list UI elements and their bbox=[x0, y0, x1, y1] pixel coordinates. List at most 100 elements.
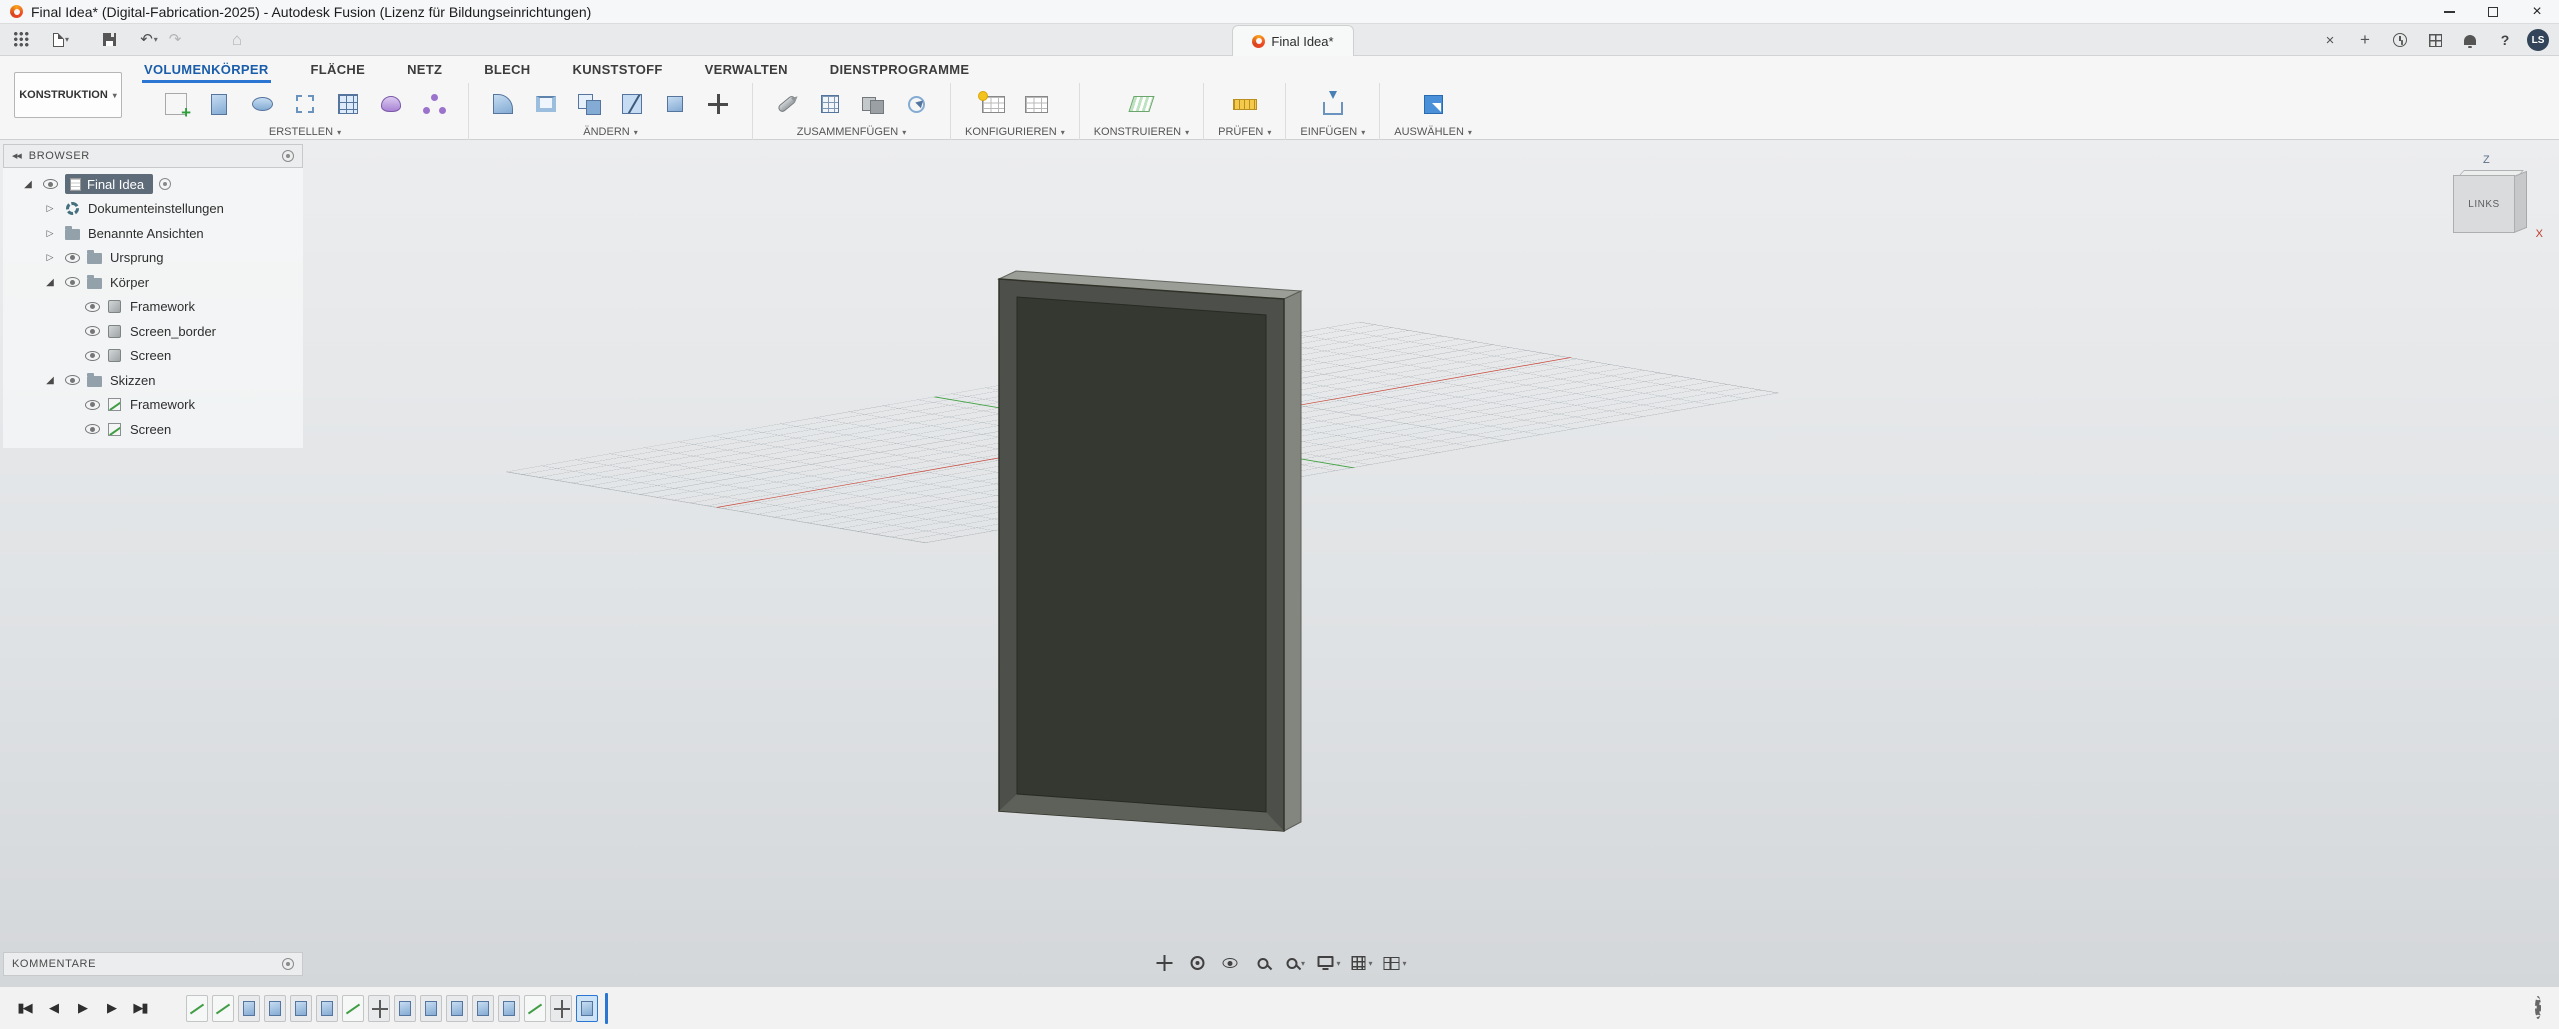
timeline-feature-sketch[interactable] bbox=[212, 995, 234, 1022]
step-forward-button[interactable]: ▶ bbox=[99, 996, 123, 1020]
group-label-konstruieren[interactable]: KONSTRUIEREN▾ bbox=[1094, 126, 1189, 138]
group-label-auswaehlen[interactable]: AUSWÄHLEN▾ bbox=[1394, 126, 1472, 138]
timeline-feature-extrude[interactable] bbox=[472, 995, 494, 1022]
tree-row-bodies-folder[interactable]: ◢ Körper bbox=[3, 270, 303, 295]
sweep-button[interactable] bbox=[285, 84, 325, 124]
expand-icon[interactable]: ◢ bbox=[46, 277, 54, 288]
timeline-feature-extrude[interactable] bbox=[264, 995, 286, 1022]
go-to-start-button[interactable]: ▮◀ bbox=[12, 996, 36, 1020]
visibility-eye-icon[interactable] bbox=[85, 400, 100, 410]
timeline-feature-move[interactable] bbox=[368, 995, 390, 1022]
visibility-eye-icon[interactable] bbox=[85, 351, 100, 361]
zoom-button[interactable]: ▾ bbox=[1283, 950, 1309, 976]
visibility-eye-icon[interactable] bbox=[65, 375, 80, 385]
tab-flaeche[interactable]: FLÄCHE bbox=[309, 56, 368, 83]
extrude-button[interactable] bbox=[199, 84, 239, 124]
timeline-settings-button[interactable] bbox=[2535, 999, 2541, 1017]
construction-plane-button[interactable] bbox=[1121, 84, 1161, 124]
workspace-selector-button[interactable]: KONSTRUKTION ▾ bbox=[14, 72, 122, 118]
tab-netz[interactable]: NETZ bbox=[405, 56, 444, 83]
create-sketch-button[interactable] bbox=[156, 84, 196, 124]
group-label-aendern[interactable]: ÄNDERN▾ bbox=[583, 126, 637, 138]
joint-button[interactable] bbox=[767, 84, 807, 124]
timeline-feature-extrude[interactable] bbox=[394, 995, 416, 1022]
play-button[interactable]: ▶ bbox=[70, 996, 94, 1020]
collapse-panel-icon[interactable]: ◀◀ bbox=[12, 152, 21, 160]
drive-joints-button[interactable] bbox=[896, 84, 936, 124]
undo-button[interactable]: ↶▾ bbox=[136, 27, 162, 53]
insert-button[interactable] bbox=[1313, 84, 1353, 124]
timeline-feature-sketch[interactable] bbox=[524, 995, 546, 1022]
expand-icon[interactable]: ▷ bbox=[47, 203, 54, 214]
tree-row-sketches-folder[interactable]: ◢ Skizzen bbox=[3, 368, 303, 393]
tree-row-document-settings[interactable]: ▷ Dokumenteinstellungen bbox=[3, 197, 303, 222]
comments-header[interactable]: KOMMENTARE bbox=[3, 952, 303, 976]
timeline-feature-sketch[interactable] bbox=[342, 995, 364, 1022]
help-button[interactable]: ? bbox=[2492, 27, 2518, 53]
fillet-button[interactable] bbox=[483, 84, 523, 124]
maximize-button[interactable] bbox=[2471, 0, 2515, 23]
tab-verwalten[interactable]: VERWALTEN bbox=[703, 56, 790, 83]
visibility-eye-icon[interactable] bbox=[85, 424, 100, 434]
new-document-button[interactable]: + bbox=[2352, 27, 2378, 53]
configure-button[interactable] bbox=[973, 84, 1013, 124]
browser-header[interactable]: ◀◀ BROWSER bbox=[3, 144, 303, 168]
form-button[interactable] bbox=[414, 84, 454, 124]
tree-row-body-screen[interactable]: Screen bbox=[3, 344, 303, 369]
job-status-button[interactable] bbox=[2387, 27, 2413, 53]
viewcube-side-face[interactable] bbox=[2514, 171, 2527, 233]
orbit-button[interactable] bbox=[1184, 950, 1210, 976]
tab-volumenkoerper[interactable]: VOLUMENKÖRPER bbox=[142, 56, 271, 83]
app-grid-button[interactable] bbox=[8, 27, 34, 53]
panel-options-icon[interactable] bbox=[282, 958, 294, 970]
timeline-feature-extrude[interactable] bbox=[290, 995, 312, 1022]
display-settings-button[interactable]: ▾ bbox=[1316, 950, 1342, 976]
minimize-button[interactable] bbox=[2427, 0, 2471, 23]
timeline-feature-extrude[interactable] bbox=[316, 995, 338, 1022]
close-document-button[interactable]: × bbox=[2317, 27, 2343, 53]
timeline-position-marker[interactable] bbox=[605, 993, 608, 1024]
notifications-button[interactable] bbox=[2457, 27, 2483, 53]
zoom-window-button[interactable] bbox=[1250, 950, 1276, 976]
tree-row-origin[interactable]: ▷ Ursprung bbox=[3, 246, 303, 271]
tab-kunststoff[interactable]: KUNSTSTOFF bbox=[571, 56, 665, 83]
grid-settings-button[interactable]: ▾ bbox=[1349, 950, 1375, 976]
split-body-button[interactable] bbox=[612, 84, 652, 124]
revolve-button[interactable] bbox=[242, 84, 282, 124]
group-label-konfigurieren[interactable]: KONFIGURIEREN▾ bbox=[965, 126, 1065, 138]
tree-row-body-framework[interactable]: Framework bbox=[3, 295, 303, 320]
panel-options-icon[interactable] bbox=[282, 150, 294, 162]
group-label-einfuegen[interactable]: EINFÜGEN▾ bbox=[1300, 126, 1365, 138]
view-cube[interactable]: Z LINKS X bbox=[2433, 154, 2545, 254]
tree-row-sketch-screen[interactable]: Screen bbox=[3, 417, 303, 442]
redo-button[interactable]: ↷ bbox=[162, 27, 188, 53]
shell-button[interactable] bbox=[526, 84, 566, 124]
pan-button[interactable] bbox=[1151, 950, 1177, 976]
as-built-joint-button[interactable] bbox=[810, 84, 850, 124]
visibility-eye-icon[interactable] bbox=[65, 277, 80, 287]
save-button[interactable] bbox=[96, 27, 122, 53]
visibility-eye-icon[interactable] bbox=[85, 302, 100, 312]
expand-icon[interactable]: ▷ bbox=[47, 228, 54, 239]
expand-icon[interactable]: ▷ bbox=[47, 252, 54, 263]
group-label-pruefen[interactable]: PRÜFEN▾ bbox=[1218, 126, 1271, 138]
viewport-3d-canvas[interactable]: Z LINKS X ◀◀ BROWSER ◢ Final Idea ▷ bbox=[0, 140, 2559, 986]
viewcube-front-face[interactable]: LINKS bbox=[2453, 175, 2515, 233]
expand-icon[interactable]: ◢ bbox=[24, 179, 32, 190]
timeline-feature-sketch[interactable] bbox=[186, 995, 208, 1022]
home-view-button[interactable]: ⌂ bbox=[224, 27, 250, 53]
tree-row-sketch-framework[interactable]: Framework bbox=[3, 393, 303, 418]
file-menu-button[interactable]: ▾ bbox=[48, 27, 74, 53]
timeline-feature-move[interactable] bbox=[550, 995, 572, 1022]
timeline-feature-extrude[interactable] bbox=[576, 995, 598, 1022]
pattern-button[interactable] bbox=[328, 84, 368, 124]
visibility-eye-icon[interactable] bbox=[65, 253, 80, 263]
model-panel-body[interactable] bbox=[0, 140, 2559, 986]
primitive-button[interactable] bbox=[371, 84, 411, 124]
select-button[interactable] bbox=[1413, 84, 1453, 124]
ground-toggle-icon[interactable] bbox=[159, 178, 171, 190]
tab-dienstprogramme[interactable]: DIENSTPROGRAMME bbox=[828, 56, 972, 83]
tab-blech[interactable]: BLECH bbox=[482, 56, 532, 83]
rigid-group-button[interactable] bbox=[853, 84, 893, 124]
group-label-zusammenfuegen[interactable]: ZUSAMMENFÜGEN▾ bbox=[797, 126, 906, 138]
